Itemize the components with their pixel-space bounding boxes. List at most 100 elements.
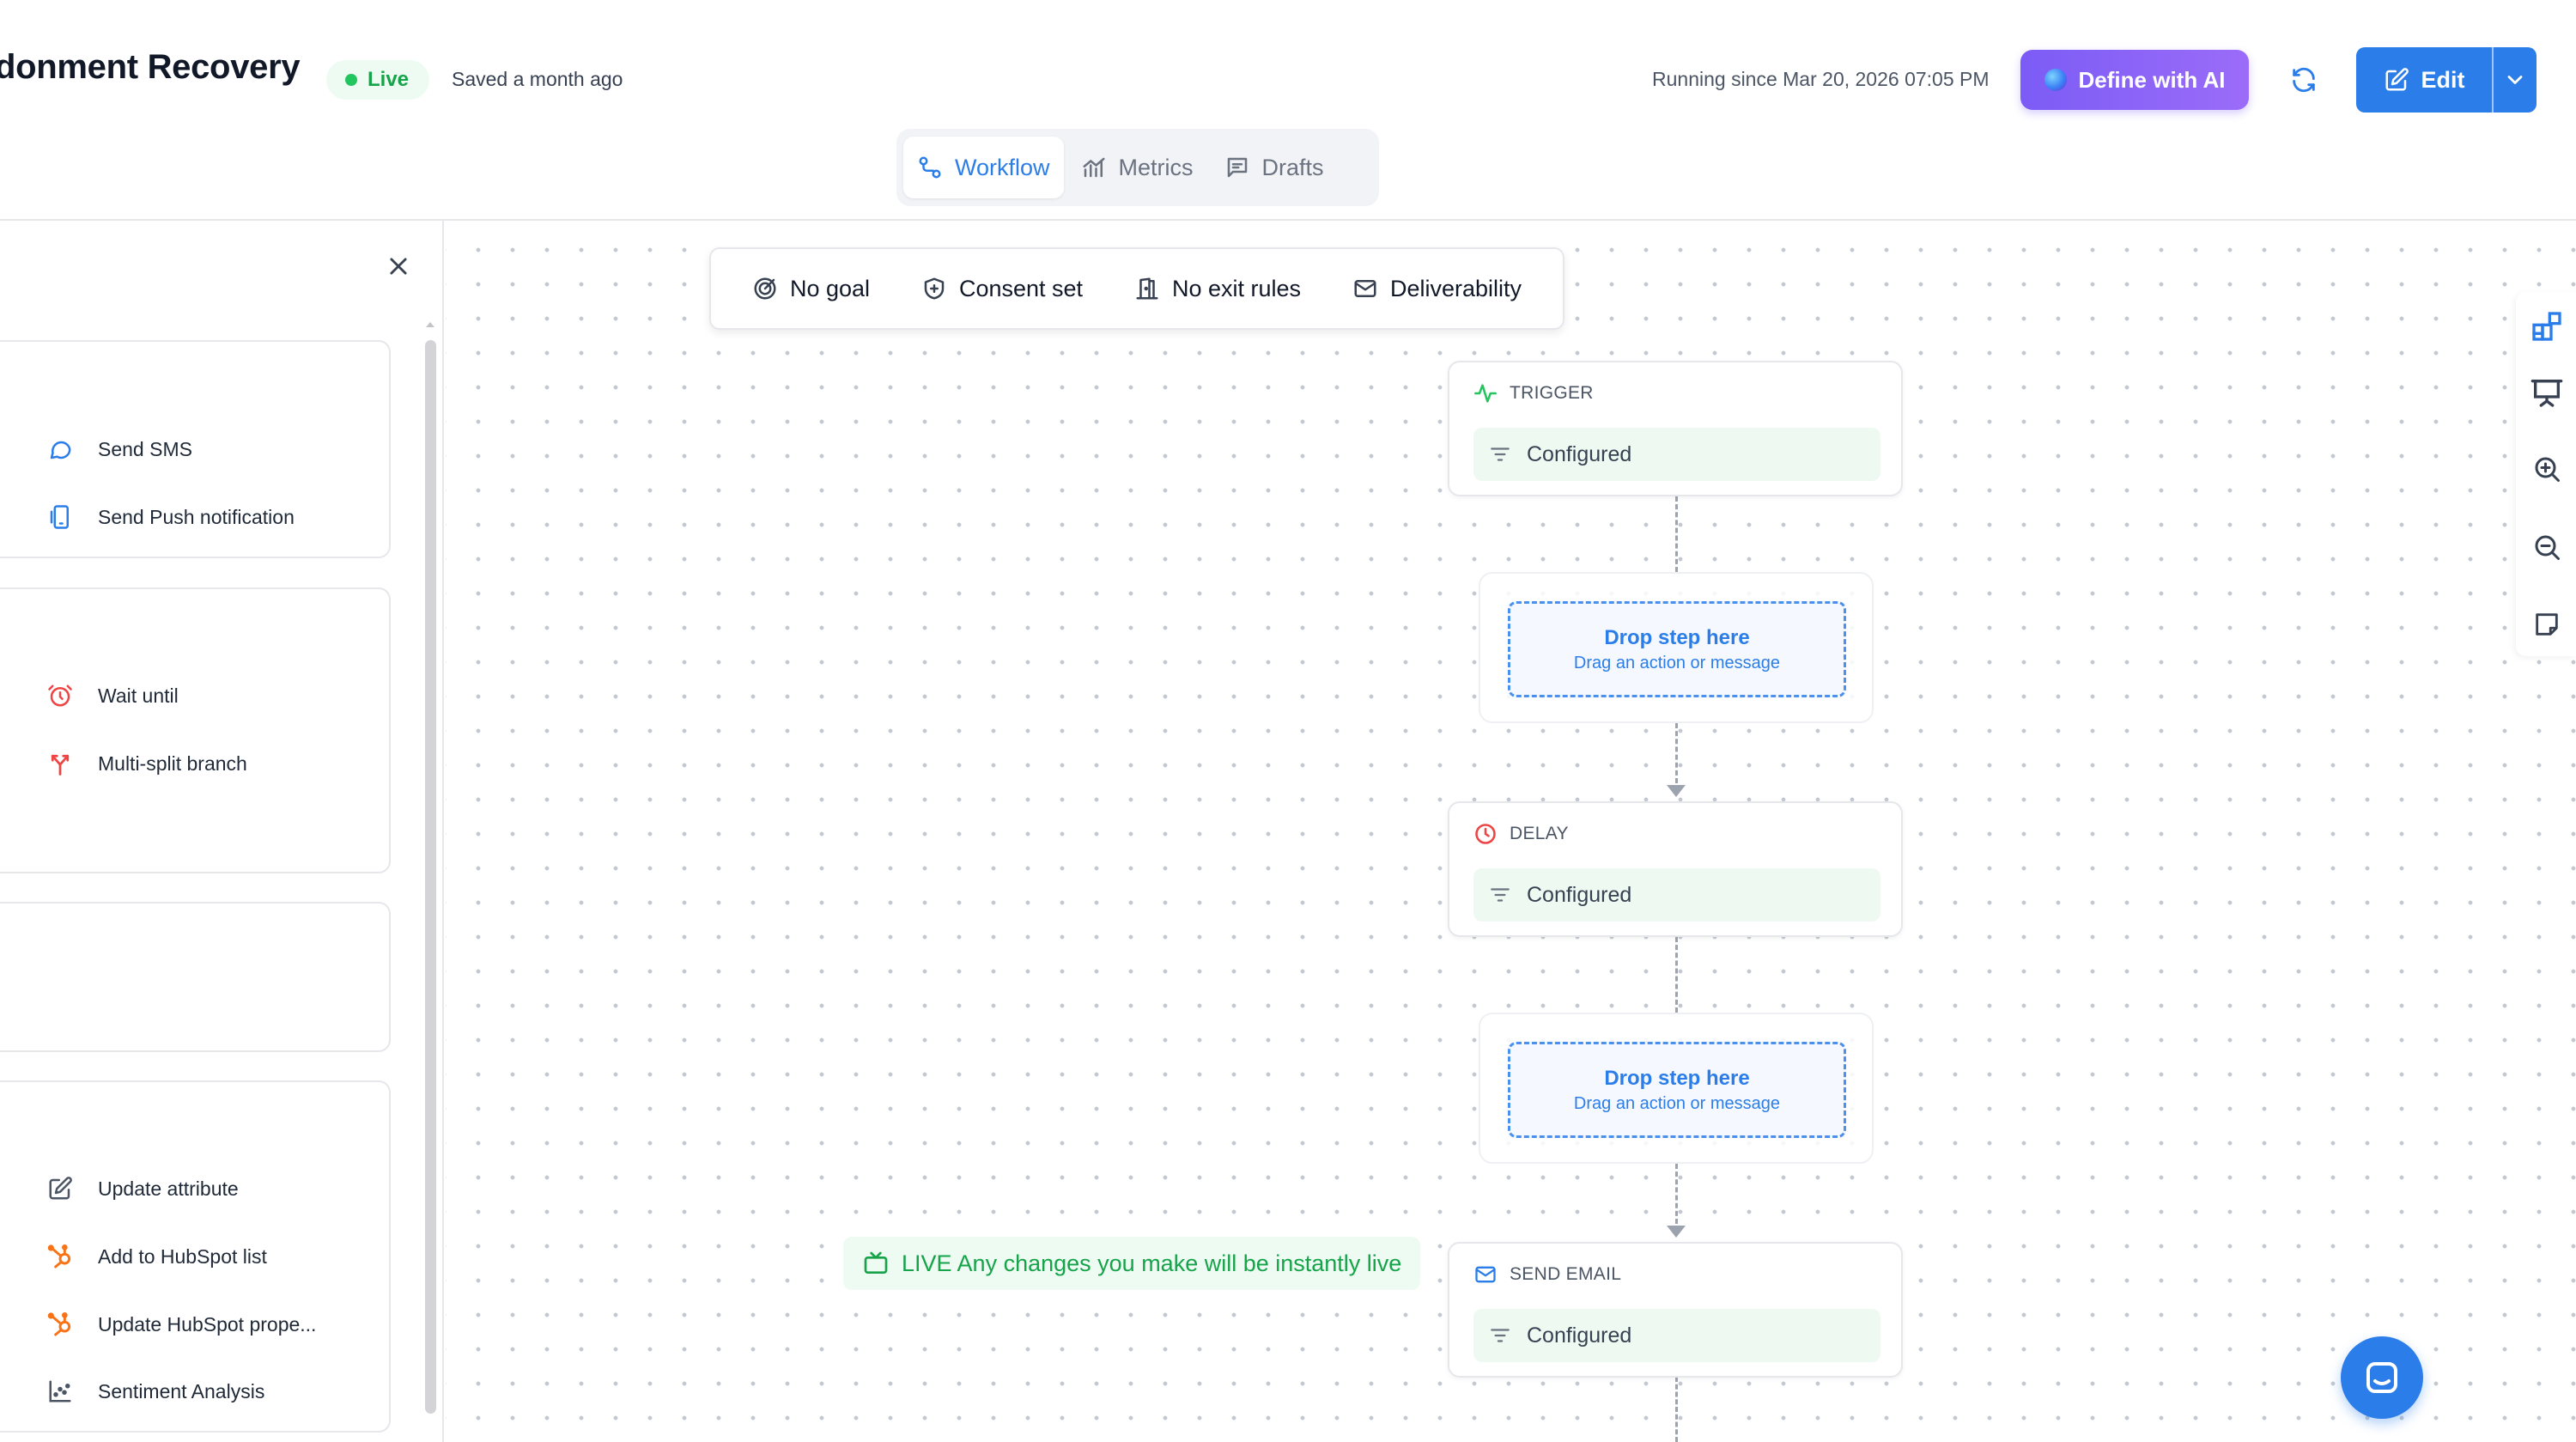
live-changes-text: LIVE Any changes you make will be instan… bbox=[902, 1250, 1402, 1276]
sidebar-item-label: Sentiment Analysis bbox=[98, 1379, 265, 1402]
zoom-in-icon bbox=[2535, 457, 2560, 482]
view-tabs: Workflow Metrics Drafts bbox=[896, 129, 1379, 206]
node-status: Configured bbox=[1473, 428, 1880, 481]
drop-zone-subtitle: Drag an action or message bbox=[1573, 1093, 1781, 1113]
clock-icon bbox=[1475, 824, 1496, 844]
sidebar-item-multi-split[interactable]: Multi-split branch bbox=[45, 745, 247, 782]
toolbar-no-exit-rules[interactable]: No exit rules bbox=[1134, 276, 1301, 302]
edit-button[interactable]: Edit bbox=[2356, 47, 2492, 113]
tab-drafts[interactable]: Drafts bbox=[1211, 137, 1338, 198]
sidebar-item-update-hubspot-property[interactable]: Update HubSpot prope... bbox=[45, 1305, 316, 1343]
drafts-icon bbox=[1227, 157, 1247, 178]
mail-icon bbox=[1354, 280, 1376, 297]
note-button[interactable] bbox=[2528, 605, 2566, 643]
toolbar-no-goal[interactable]: No goal bbox=[752, 276, 870, 302]
ai-orb-icon bbox=[2044, 69, 2067, 91]
sidebar-scrollbar-thumb[interactable] bbox=[425, 340, 436, 1414]
edit-icon bbox=[2385, 68, 2409, 91]
sidebar-item-label: Update attribute bbox=[98, 1177, 239, 1200]
node-status-label: Configured bbox=[1527, 1323, 1632, 1348]
sidebar-item-label: Add to HubSpot list bbox=[98, 1244, 267, 1268]
workflow-settings-toolbar: No goal Consent set No exit rules Delive… bbox=[709, 247, 1564, 330]
workflow-icon bbox=[919, 156, 941, 179]
mobile-push-icon bbox=[50, 505, 69, 529]
close-icon bbox=[390, 258, 407, 275]
toolbar-no-goal-label: No goal bbox=[789, 275, 871, 301]
sidebar-item-label: Send SMS bbox=[98, 437, 192, 460]
presentation-icon bbox=[2530, 380, 2563, 407]
connector-line bbox=[1675, 1377, 1678, 1442]
blank-card bbox=[0, 902, 391, 1052]
toolbar-consent-set[interactable]: Consent set bbox=[921, 276, 1083, 302]
hubspot-icon bbox=[47, 1244, 71, 1269]
toolbar-deliverability-label: Deliverability bbox=[1389, 275, 1522, 301]
define-with-ai-button[interactable]: Define with AI bbox=[2020, 50, 2249, 110]
edit-label: Edit bbox=[2421, 66, 2465, 93]
edit-button-group: Edit bbox=[2356, 47, 2537, 113]
sidebar-item-label: Multi-split branch bbox=[98, 751, 247, 775]
node-status: Configured bbox=[1473, 1309, 1880, 1362]
activity-icon bbox=[1474, 384, 1497, 403]
drop-zone-title: Drop step here bbox=[1604, 625, 1750, 649]
zoom-in-button[interactable] bbox=[2528, 450, 2566, 488]
filter-icon bbox=[1491, 1329, 1510, 1342]
present-button[interactable] bbox=[2528, 374, 2566, 411]
filter-icon bbox=[1491, 888, 1510, 902]
trigger-node[interactable]: TRIGGER Configured bbox=[1448, 361, 1903, 496]
tab-metrics[interactable]: Metrics bbox=[1067, 137, 1207, 198]
zoom-out-button[interactable] bbox=[2528, 528, 2566, 566]
drop-zone[interactable]: Drop step here Drag an action or message bbox=[1508, 601, 1846, 697]
status-badge: Live bbox=[326, 60, 430, 100]
tab-workflow[interactable]: Workflow bbox=[903, 137, 1064, 198]
send-email-node[interactable]: SEND EMAIL Configured bbox=[1448, 1242, 1903, 1378]
node-header: TRIGGER bbox=[1473, 381, 1594, 405]
toolbar-no-exit-rules-label: No exit rules bbox=[1171, 275, 1302, 301]
live-changes-notice: LIVE Any changes you make will be instan… bbox=[843, 1237, 1421, 1290]
tab-metrics-label: Metrics bbox=[1118, 154, 1194, 180]
refresh-icon bbox=[2293, 67, 2315, 93]
sidebar-item-label: Send Push notification bbox=[98, 505, 295, 528]
chat-support-button[interactable] bbox=[2341, 1336, 2423, 1419]
tab-workflow-label: Workflow bbox=[955, 154, 1050, 180]
drop-zone-subtitle: Drag an action or message bbox=[1573, 653, 1781, 672]
exit-door-icon bbox=[1136, 277, 1158, 300]
toolbar-deliverability[interactable]: Deliverability bbox=[1352, 276, 1522, 302]
zoom-out-icon bbox=[2535, 535, 2560, 560]
live-dot-icon bbox=[345, 74, 357, 86]
tab-drafts-label: Drafts bbox=[1261, 154, 1324, 180]
sidebar-item-sentiment-analysis[interactable]: Sentiment Analysis bbox=[45, 1372, 264, 1410]
connector-line bbox=[1675, 1164, 1678, 1224]
tv-icon bbox=[864, 1251, 888, 1274]
split-branch-icon bbox=[51, 754, 70, 776]
node-type-label: TRIGGER bbox=[1510, 383, 1594, 403]
scroll-up-arrow-icon[interactable] bbox=[423, 318, 437, 332]
sidebar-item-wait-until[interactable]: Wait until bbox=[45, 677, 179, 715]
sidebar-item-send-sms[interactable]: Send SMS bbox=[45, 430, 192, 468]
shield-icon bbox=[924, 277, 945, 300]
node-status-label: Configured bbox=[1527, 882, 1632, 907]
flow-control-card bbox=[0, 587, 391, 873]
close-sidebar-button[interactable] bbox=[383, 251, 414, 282]
refresh-button[interactable] bbox=[2284, 60, 2324, 100]
sidebar-item-add-hubspot-list[interactable]: Add to HubSpot list bbox=[45, 1238, 267, 1275]
note-icon bbox=[2536, 613, 2558, 636]
chat-icon bbox=[2366, 1362, 2397, 1393]
drop-zone-container: Drop step here Drag an action or message bbox=[1479, 1013, 1874, 1164]
node-type-label: DELAY bbox=[1510, 824, 1569, 843]
alarm-clock-icon bbox=[48, 684, 72, 707]
goal-icon bbox=[754, 277, 776, 300]
sidebar-item-update-attribute[interactable]: Update attribute bbox=[45, 1170, 239, 1208]
edit-dropdown-button[interactable] bbox=[2492, 47, 2537, 113]
connector-line bbox=[1675, 937, 1678, 1013]
drop-zone-title: Drop step here bbox=[1604, 1066, 1750, 1090]
running-since: Running since Mar 20, 2026 07:05 PM bbox=[1652, 68, 1990, 90]
node-status-label: Configured bbox=[1527, 441, 1632, 466]
edit-square-icon bbox=[49, 1177, 72, 1200]
sidebar-item-send-push[interactable]: Send Push notification bbox=[45, 498, 295, 536]
chevron-down-icon bbox=[2507, 76, 2523, 84]
drop-zone[interactable]: Drop step here Drag an action or message bbox=[1508, 1042, 1846, 1138]
define-with-ai-label: Define with AI bbox=[2078, 66, 2226, 93]
delay-node[interactable]: DELAY Configured bbox=[1448, 801, 1903, 937]
add-widget-button[interactable] bbox=[2528, 307, 2566, 345]
workflow-title: donment Recovery bbox=[0, 48, 301, 86]
